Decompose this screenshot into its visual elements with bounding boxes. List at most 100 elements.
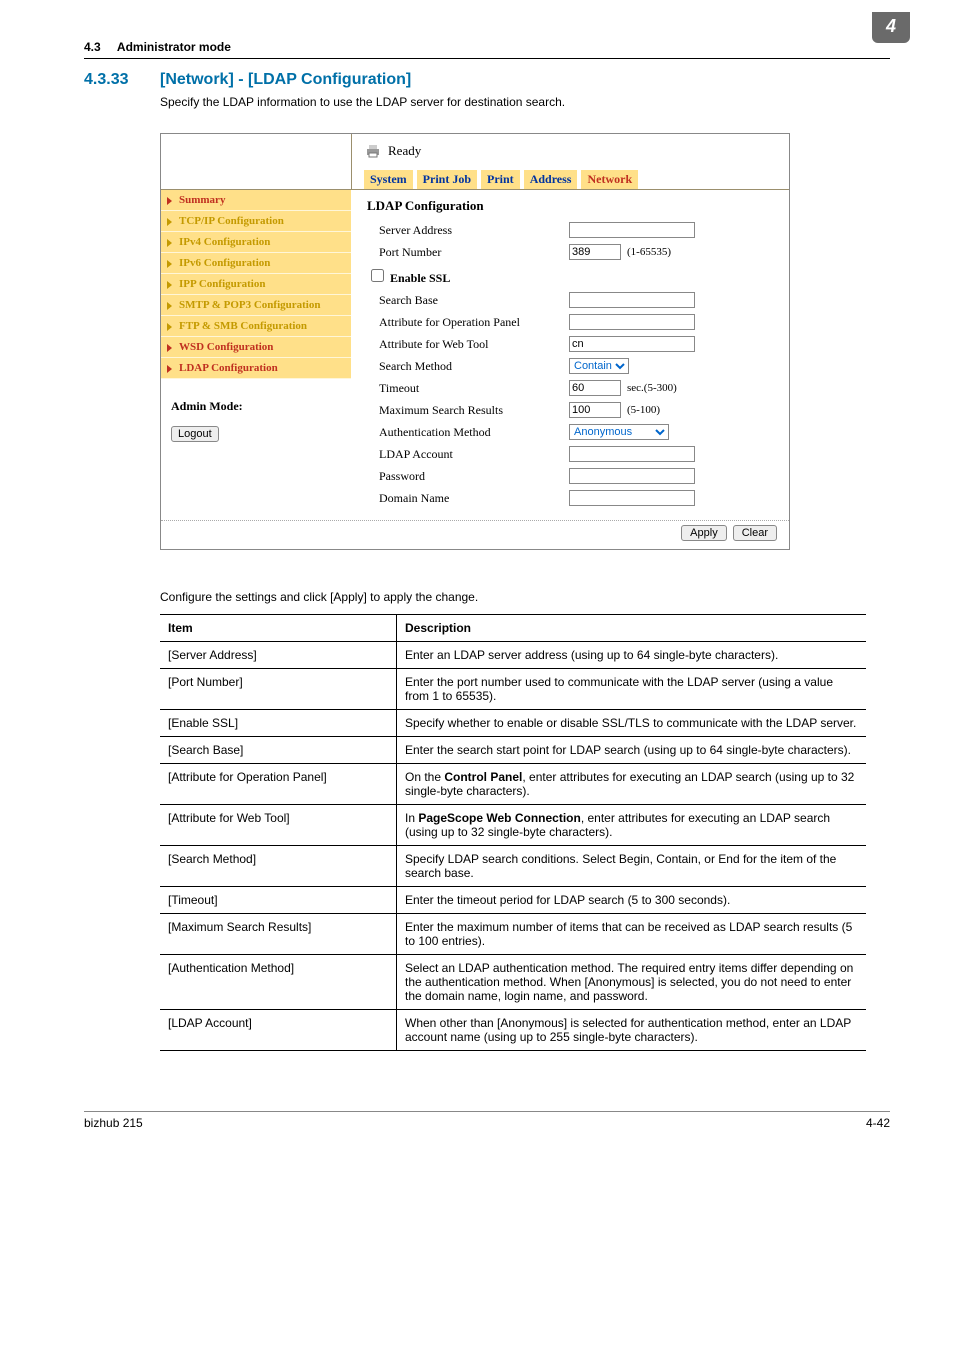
cell-desc: Enter the search start point for LDAP se… [397,737,867,764]
cell-item: [LDAP Account] [160,1010,397,1051]
sidebar-item-wsd[interactable]: WSD Configuration [161,337,351,358]
header-section-title: Administrator mode [117,40,231,54]
tab-system[interactable]: System [364,170,413,189]
cell-item: [Search Base] [160,737,397,764]
logout-button[interactable]: Logout [171,426,219,442]
cell-item: [Attribute for Web Tool] [160,805,397,846]
timeout-hint: sec.(5-300) [627,382,677,394]
tab-print[interactable]: Print [481,170,520,189]
apply-button[interactable]: Apply [681,525,727,541]
timeout-input[interactable] [569,380,621,396]
label-auth-method: Authentication Method [367,425,569,440]
label-server-address: Server Address [367,223,569,238]
port-hint: (1-65535) [627,246,671,258]
port-input[interactable] [569,244,621,260]
sidebar: Summary TCP/IP Configuration IPv4 Config… [161,190,351,520]
sidebar-item-ldap[interactable]: LDAP Configuration [161,358,351,379]
table-row: [Attribute for Operation Panel]On the Co… [160,764,866,805]
section-number: 4.3.33 [84,71,136,89]
table-row: [Attribute for Web Tool]In PageScope Web… [160,805,866,846]
password-input[interactable] [569,468,695,484]
cell-desc: Enter the port number used to communicat… [397,669,867,710]
cell-desc: When other than [Anonymous] is selected … [397,1010,867,1051]
cell-item: [Server Address] [160,642,397,669]
search-base-input[interactable] [569,292,695,308]
table-row: [Search Base]Enter the search start poin… [160,737,866,764]
admin-mode-label: Admin Mode: [161,379,351,426]
sidebar-item-tcpip[interactable]: TCP/IP Configuration [161,211,351,232]
table-row: [Search Method]Specify LDAP search condi… [160,846,866,887]
cell-desc: Select an LDAP authentication method. Th… [397,955,867,1010]
enable-ssl-checkbox[interactable] [371,269,384,282]
label-timeout: Timeout [367,381,569,396]
sidebar-item-ipp[interactable]: IPP Configuration [161,274,351,295]
table-row: [Authentication Method]Select an LDAP au… [160,955,866,1010]
server-address-input[interactable] [569,222,695,238]
tab-network[interactable]: Network [581,170,638,189]
table-row: [LDAP Account]When other than [Anonymous… [160,1010,866,1051]
ldap-account-input[interactable] [569,446,695,462]
tab-printjob[interactable]: Print Job [417,170,477,189]
label-ldap-account: LDAP Account [367,447,569,462]
cell-item: [Authentication Method] [160,955,397,1010]
cell-item: [Attribute for Operation Panel] [160,764,397,805]
description-table: Item Description [Server Address]Enter a… [160,614,866,1051]
header-section-num: 4.3 [84,40,101,54]
cell-item: [Timeout] [160,887,397,914]
sidebar-item-ftp[interactable]: FTP & SMB Configuration [161,316,351,337]
cell-item: [Enable SSL] [160,710,397,737]
label-search-method: Search Method [367,359,569,374]
th-item: Item [160,615,397,642]
attr-panel-input[interactable] [569,314,695,330]
cell-desc: Enter an LDAP server address (using up t… [397,642,867,669]
table-row: [Server Address]Enter an LDAP server add… [160,642,866,669]
header-section: 4.3 Administrator mode [84,40,231,54]
printer-icon [364,142,382,160]
label-password: Password [367,469,569,484]
sidebar-item-ipv4[interactable]: IPv4 Configuration [161,232,351,253]
tab-address[interactable]: Address [524,170,578,189]
cell-desc: Enter the timeout period for LDAP search… [397,887,867,914]
config-instruction: Configure the settings and click [Apply]… [160,590,890,604]
search-method-select[interactable]: Contain [569,358,629,374]
form-title: LDAP Configuration [367,198,773,214]
footer-left: bizhub 215 [84,1116,143,1130]
sidebar-item-ipv6[interactable]: IPv6 Configuration [161,253,351,274]
cell-item: [Maximum Search Results] [160,914,397,955]
table-row: [Enable SSL]Specify whether to enable or… [160,710,866,737]
cell-desc: Enter the maximum number of items that c… [397,914,867,955]
label-port: Port Number [367,245,569,260]
table-row: [Timeout]Enter the timeout period for LD… [160,887,866,914]
table-row: [Maximum Search Results]Enter the maximu… [160,914,866,955]
footer-right: 4-42 [866,1116,890,1130]
status-text: Ready [388,143,421,159]
embedded-screenshot: Ready System Print Job Print Address Net… [160,133,790,550]
cell-desc: On the Control Panel, enter attributes f… [397,764,867,805]
auth-method-select[interactable]: Anonymous [569,424,669,440]
max-results-input[interactable] [569,402,621,418]
status-ready: Ready [364,142,777,160]
intro-text: Specify the LDAP information to use the … [160,95,890,109]
attr-web-input[interactable] [569,336,695,352]
cell-item: [Search Method] [160,846,397,887]
clear-button[interactable]: Clear [733,525,777,541]
label-max-results: Maximum Search Results [367,403,569,418]
table-row: [Port Number]Enter the port number used … [160,669,866,710]
cell-desc: In PageScope Web Connection, enter attri… [397,805,867,846]
domain-input[interactable] [569,490,695,506]
label-search-base: Search Base [367,293,569,308]
cell-item: [Port Number] [160,669,397,710]
chapter-badge: 4 [872,12,910,43]
sidebar-item-summary[interactable]: Summary [161,190,351,211]
label-domain: Domain Name [367,491,569,506]
cell-desc: Specify whether to enable or disable SSL… [397,710,867,737]
label-attr-web: Attribute for Web Tool [367,337,569,352]
main-panel: LDAP Configuration Server Address Port N… [351,190,789,520]
cell-desc: Specify LDAP search conditions. Select B… [397,846,867,887]
max-results-hint: (5-100) [627,404,660,416]
th-desc: Description [397,615,867,642]
label-attr-panel: Attribute for Operation Panel [367,315,569,330]
sidebar-item-smtp[interactable]: SMTP & POP3 Configuration [161,295,351,316]
section-title: [Network] - [LDAP Configuration] [160,71,411,89]
label-ssl: Enable SSL [390,271,450,285]
